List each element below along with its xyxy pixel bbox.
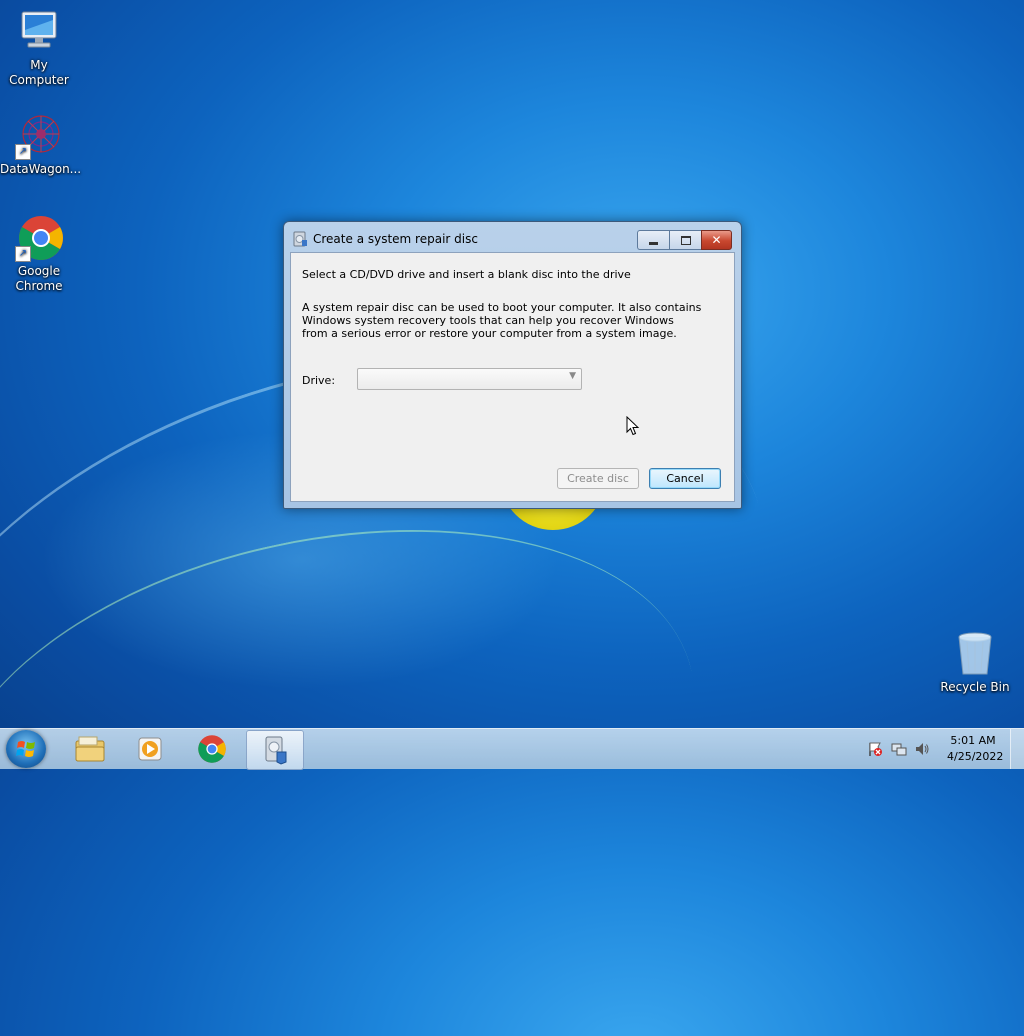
dialog-heading: Select a CD/DVD drive and insert a blank… [302,268,631,281]
clock-date: 4/25/2022 [947,750,1004,763]
taskbar-chrome[interactable] [184,730,240,768]
chrome-icon: ↗ [15,214,63,262]
clock-time: 5:01 AM [950,734,996,747]
create-disc-button[interactable]: Create disc [557,468,639,489]
dialog-content: Select a CD/DVD drive and insert a blank… [290,252,735,502]
dialog-description: A system repair disc can be used to boot… [302,301,702,340]
title-bar[interactable]: Create a system repair disc ✕ [284,222,741,252]
chrome-icon [198,735,226,763]
maximize-icon [680,235,691,245]
mouse-cursor-icon [626,415,640,436]
desktop-icon-recycle-bin[interactable]: Recycle Bin [936,630,1014,695]
desktop-icon-datawagon[interactable]: ↗ DataWagon... [0,112,82,177]
dialog-title: Create a system repair disc [313,232,478,246]
windows-explorer-icon [75,736,105,762]
desktop-icon-my-computer[interactable]: My Computer [0,8,78,88]
desktop-icon-google-chrome[interactable]: ↗ Google Chrome [0,214,78,294]
close-button[interactable]: ✕ [701,230,732,250]
maximize-button[interactable] [669,230,701,250]
recycle-bin-icon [951,630,999,678]
taskbar-media-player[interactable] [122,730,178,768]
drive-label: Drive: [302,374,336,387]
drive-dropdown[interactable]: ▼ [357,368,582,390]
shortcut-arrow-icon: ↗ [15,246,31,262]
caption-buttons: ✕ [637,230,732,250]
volume-icon[interactable] [914,741,930,757]
shortcut-arrow-icon: ↗ [15,144,31,160]
repair-disc-app-icon [265,736,287,765]
repair-disc-dialog: Create a system repair disc ✕ Select a C… [283,221,742,509]
close-icon: ✕ [711,233,722,247]
repair-disc-app-icon [293,231,307,247]
desktop-icon-label: My Computer [9,58,69,87]
computer-icon [15,8,63,56]
datawagon-icon: ↗ [15,112,63,160]
windows-logo-icon [16,741,35,757]
desktop-icon-label: DataWagon... [0,162,82,176]
system-clock[interactable]: 5:01 AM 4/25/2022 [947,733,1004,765]
minimize-button[interactable] [637,230,669,250]
chevron-down-icon: ▼ [569,371,576,381]
start-button[interactable] [6,730,46,768]
show-desktop-button[interactable] [1010,729,1024,769]
taskbar: 5:01 AM 4/25/2022 [0,728,1024,770]
media-player-icon [138,737,162,761]
desktop-icon-label: Google Chrome [15,264,63,293]
desktop-icon-label: Recycle Bin [940,680,1010,694]
taskbar-explorer[interactable] [62,730,118,768]
cancel-button[interactable]: Cancel [649,468,721,489]
action-center-flag-icon[interactable] [867,741,883,757]
minimize-icon [649,241,658,245]
network-icon[interactable] [891,741,907,757]
taskbar-repair-disc[interactable] [246,730,304,770]
